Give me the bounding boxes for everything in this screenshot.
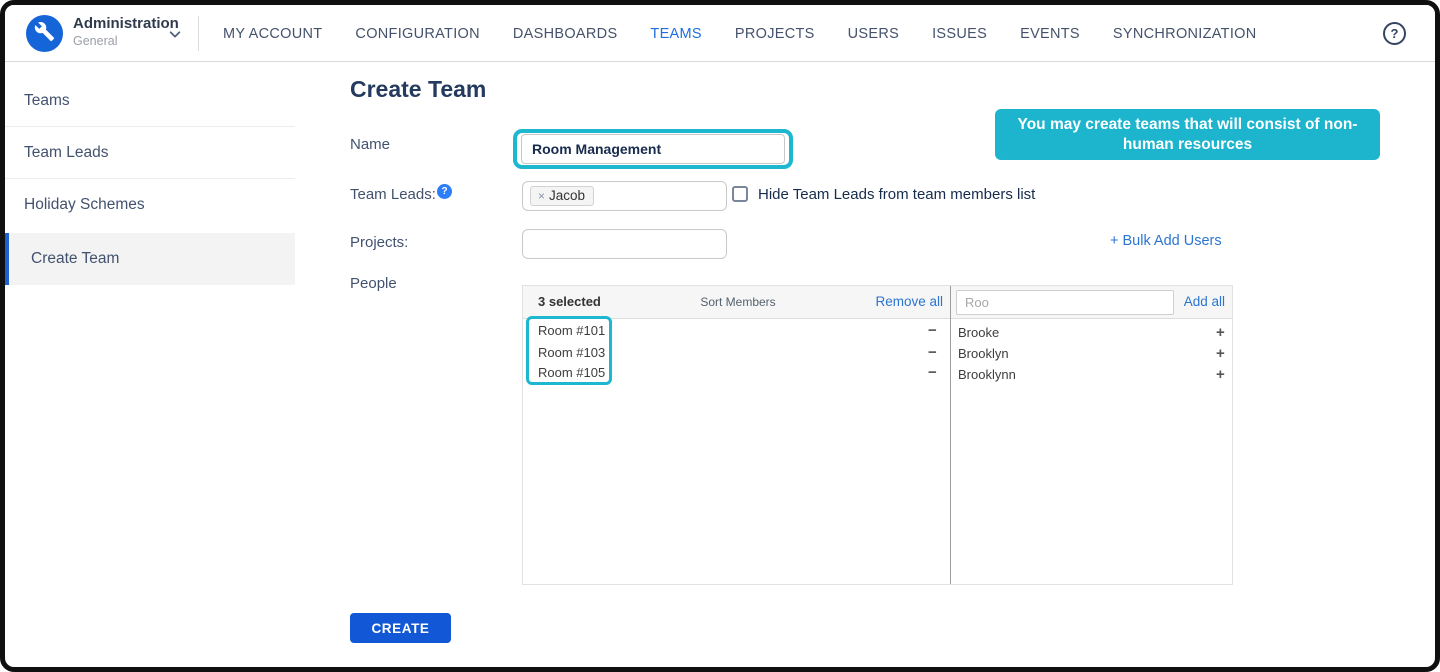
sidebar-item-team-leads[interactable]: Team Leads	[5, 127, 295, 179]
nav-synchronization[interactable]: SYNCHRONIZATION	[1113, 26, 1257, 42]
member-row: Room #101 −	[523, 320, 950, 341]
app-title: Administration	[73, 15, 179, 32]
name-field-highlight	[513, 129, 793, 169]
sidebar-item-teams[interactable]: Teams	[5, 75, 295, 127]
suggestion-name: Brooklyn	[958, 346, 1009, 361]
people-label: People	[350, 275, 397, 292]
selected-count: 3 selected	[538, 294, 601, 309]
chip-remove-icon[interactable]: ×	[538, 189, 545, 203]
nav-teams[interactable]: TEAMS	[650, 26, 701, 42]
sort-members-button[interactable]: Sort Members	[643, 295, 833, 309]
nav-configuration[interactable]: CONFIGURATION	[355, 26, 479, 42]
remove-all-link[interactable]: Remove all	[868, 294, 943, 309]
member-row: Room #103 −	[523, 342, 950, 363]
team-name-input[interactable]	[521, 134, 785, 164]
team-leads-input[interactable]: × Jacob	[522, 181, 727, 211]
members-panel-header: 3 selected Sort Members Remove all Add a…	[523, 286, 1232, 319]
projects-label: Projects:	[350, 234, 408, 251]
suggestion-row: Brooklyn +	[958, 343, 1234, 364]
app-subtitle: General	[73, 34, 117, 48]
suggestion-row: Brooke +	[958, 322, 1234, 343]
help-icon[interactable]: ?	[1383, 22, 1406, 45]
hide-team-leads-label: Hide Team Leads from team members list	[758, 186, 1035, 203]
bulk-add-users-link[interactable]: + Bulk Add Users	[1110, 233, 1222, 249]
nav-projects[interactable]: PROJECTS	[735, 26, 815, 42]
name-label: Name	[350, 136, 390, 153]
member-name: Room #105	[538, 365, 605, 380]
team-leads-label: Team Leads:	[350, 186, 436, 203]
member-name: Room #103	[538, 345, 605, 360]
member-name: Room #101	[538, 323, 605, 338]
add-member-icon[interactable]: +	[1216, 322, 1225, 343]
projects-input[interactable]	[522, 229, 727, 259]
info-callout: You may create teams that will consist o…	[995, 109, 1380, 160]
top-navigation-bar: Administration General MY ACCOUNT CONFIG…	[5, 5, 1435, 62]
suggestion-row: Brooklynn +	[958, 364, 1234, 385]
chip-label: Jacob	[549, 188, 585, 203]
suggestion-name: Brooklynn	[958, 367, 1016, 382]
nav-events[interactable]: EVENTS	[1020, 26, 1080, 42]
member-row: Room #105 −	[523, 362, 950, 383]
app-logo[interactable]	[26, 15, 63, 52]
nav-users[interactable]: USERS	[848, 26, 899, 42]
remove-member-icon[interactable]: −	[928, 320, 937, 341]
people-search-input[interactable]	[956, 290, 1174, 315]
create-button[interactable]: CREATE	[350, 613, 451, 643]
sidebar-item-holiday-schemes[interactable]: Holiday Schemes	[5, 179, 295, 231]
sidebar-item-create-team[interactable]: Create Team	[5, 233, 295, 285]
app-window: Administration General MY ACCOUNT CONFIG…	[0, 0, 1440, 672]
main-nav: MY ACCOUNT CONFIGURATION DASHBOARDS TEAM…	[223, 5, 1257, 62]
sidebar: Teams Team Leads Holiday Schemes Create …	[5, 62, 295, 285]
remove-member-icon[interactable]: −	[928, 342, 937, 363]
add-all-link[interactable]: Add all	[1179, 294, 1225, 309]
team-lead-chip: × Jacob	[530, 186, 594, 206]
add-member-icon[interactable]: +	[1216, 343, 1225, 364]
nav-dashboards[interactable]: DASHBOARDS	[513, 26, 618, 42]
panel-divider	[950, 286, 951, 584]
nav-my-account[interactable]: MY ACCOUNT	[223, 26, 322, 42]
nav-issues[interactable]: ISSUES	[932, 26, 987, 42]
chevron-down-icon[interactable]	[168, 27, 182, 41]
hide-team-leads-checkbox[interactable]	[732, 186, 748, 202]
members-panel: 3 selected Sort Members Remove all Add a…	[522, 285, 1233, 585]
page-title: Create Team	[350, 76, 486, 103]
wrench-icon	[34, 21, 55, 47]
topbar-divider	[198, 16, 199, 51]
add-member-icon[interactable]: +	[1216, 364, 1225, 385]
screenshot-stage: Administration General MY ACCOUNT CONFIG…	[0, 0, 1440, 672]
remove-member-icon[interactable]: −	[928, 362, 937, 383]
suggestion-name: Brooke	[958, 325, 999, 340]
team-leads-help-icon[interactable]: ?	[437, 184, 452, 199]
